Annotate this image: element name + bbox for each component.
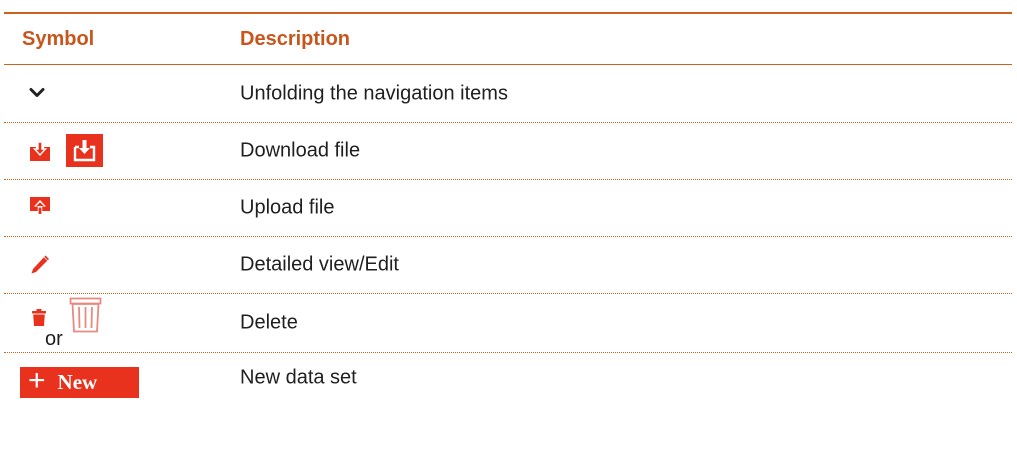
symbol-cell: or <box>4 294 224 352</box>
trash-icon <box>32 309 46 326</box>
pencil-icon <box>31 255 49 274</box>
row-description: Unfolding the navigation items <box>240 82 508 104</box>
download-icon <box>30 141 50 161</box>
new-button-label: New <box>57 370 98 394</box>
header-symbol: Symbol <box>22 27 95 50</box>
upload-icon <box>30 197 50 215</box>
table-row: Upload file <box>4 180 1012 237</box>
row-description: New data set <box>240 366 357 389</box>
table-row: Unfolding the navigation items <box>4 65 1012 123</box>
symbol-cell <box>4 65 224 122</box>
symbol-cell <box>4 237 224 293</box>
table-row: Download file <box>4 123 1012 180</box>
or-connector: or <box>45 328 63 350</box>
table-row: or Delete <box>4 294 1012 353</box>
symbol-cell <box>4 123 224 179</box>
row-description: Download file <box>240 139 361 162</box>
row-description: Detailed view/Edit <box>240 253 399 276</box>
row-description: Delete <box>240 311 298 334</box>
table-row: Detailed view/Edit <box>4 237 1012 294</box>
new-button: + New <box>20 364 139 398</box>
chevron-down-icon <box>29 88 45 97</box>
plus-icon: + <box>28 364 46 397</box>
table-row: + New New data set <box>4 353 1012 403</box>
table-header-row: Symbol Description <box>4 14 1012 65</box>
symbol-cell: + New <box>4 353 224 403</box>
row-description: Upload file <box>240 196 335 219</box>
symbol-cell <box>4 180 224 236</box>
download-button-icon <box>66 134 103 167</box>
trash-can-outline-icon <box>69 297 102 333</box>
header-description: Description <box>240 27 351 50</box>
symbol-legend-table: Symbol Description Unfolding the navigat… <box>4 12 1012 403</box>
